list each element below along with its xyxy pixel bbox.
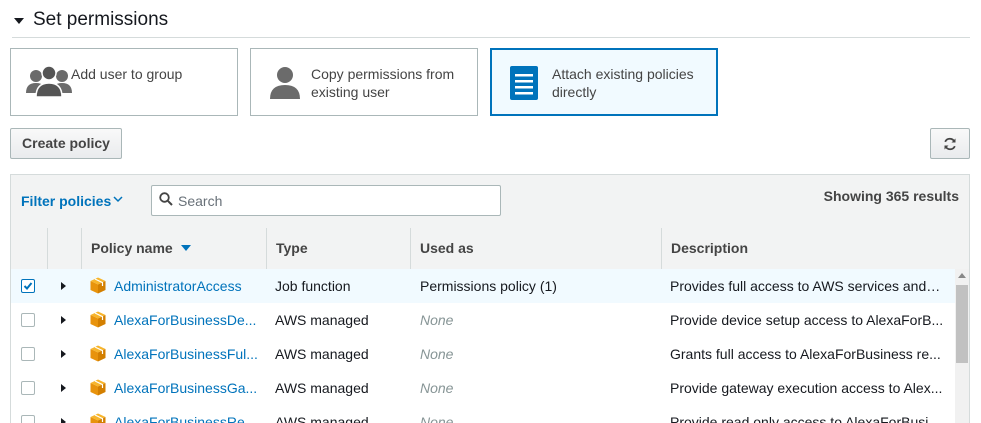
row-checkbox[interactable] — [21, 381, 35, 395]
row-checkbox[interactable] — [21, 415, 35, 423]
expand-row-icon[interactable] — [61, 384, 66, 392]
policy-icon — [90, 379, 106, 396]
header-label: Policy name — [91, 240, 173, 256]
checkmark-icon — [23, 282, 33, 290]
row-checkbox[interactable] — [21, 279, 35, 293]
table-scrollbar[interactable] — [955, 269, 969, 423]
filter-policies-dropdown[interactable]: Filter policies — [21, 193, 111, 209]
row-checkbox[interactable] — [21, 313, 35, 327]
header-expand-column — [47, 228, 81, 269]
policies-table: Filter policies Showing 365 results Poli… — [10, 174, 970, 423]
expand-row-icon[interactable] — [61, 282, 66, 290]
caret-down-icon[interactable] — [14, 18, 24, 24]
policy-type: AWS managed — [275, 312, 369, 328]
table-row[interactable]: AdministratorAccess Job function Permissio… — [11, 269, 955, 304]
row-checkbox[interactable] — [21, 347, 35, 361]
user-icon — [270, 67, 300, 99]
section-title: Set permissions — [33, 9, 169, 30]
results-count: Showing 365 results — [823, 188, 959, 204]
table-row[interactable]: AlexaForBusinessRe... AWS managed None Prov… — [11, 405, 955, 423]
chevron-down-icon[interactable] — [113, 194, 123, 204]
policy-type: AWS managed — [275, 346, 369, 362]
policy-used-as: None — [420, 346, 454, 362]
search-input[interactable] — [176, 190, 490, 212]
policy-icon — [90, 277, 106, 294]
policy-type: Job function — [275, 278, 351, 294]
header-label: Description — [671, 240, 749, 256]
policy-icon — [90, 311, 106, 328]
policy-icon — [90, 413, 106, 423]
scroll-up-icon[interactable] — [958, 273, 966, 278]
sort-descending-icon — [180, 245, 191, 251]
policy-name-link[interactable]: AdministratorAccess — [114, 269, 260, 303]
create-policy-button[interactable]: Create policy — [10, 128, 122, 159]
header-label: Used as — [420, 240, 474, 256]
policy-description: Provide device setup access to AlexaForB… — [670, 312, 944, 328]
policy-type: AWS managed — [275, 380, 369, 396]
table-row[interactable]: AlexaForBusinessGa... AWS managed None Prov… — [11, 371, 955, 406]
policy-description: Grants full access to AlexaForBusiness r… — [670, 346, 941, 362]
header-label: Type — [276, 240, 308, 256]
expand-row-icon[interactable] — [61, 418, 66, 423]
users-group-icon — [26, 65, 72, 98]
refresh-button[interactable] — [930, 128, 970, 159]
policy-description: Provide gateway execution access to Alex… — [670, 380, 943, 396]
policy-description: Provide read only access to AlexaForBusi… — [670, 414, 944, 423]
policy-name-link[interactable]: AlexaForBusinessGa... — [114, 371, 260, 405]
expand-row-icon[interactable] — [61, 350, 66, 358]
document-icon — [510, 66, 538, 100]
option-copy-permissions[interactable]: Copy permissions from existing user — [250, 48, 478, 116]
search-icon — [159, 192, 173, 206]
option-attach-policies[interactable]: Attach existing policies directly — [490, 48, 718, 116]
header-type[interactable]: Type — [266, 228, 410, 269]
policy-used-as: None — [420, 380, 454, 396]
table-row[interactable]: AlexaForBusinessDe... AWS managed None Prov… — [11, 303, 955, 338]
policy-description: Provides full access to AWS services and… — [670, 278, 944, 294]
policy-type: AWS managed — [275, 414, 369, 423]
filter-bar: Filter policies Showing 365 results — [11, 175, 969, 229]
refresh-icon — [944, 137, 956, 151]
policy-name-link[interactable]: AlexaForBusinessFul... — [114, 337, 260, 371]
table-header: Policy name Type Used as Description — [11, 228, 969, 270]
policy-name-link[interactable]: AlexaForBusinessRe... — [114, 405, 260, 423]
expand-row-icon[interactable] — [61, 316, 66, 324]
search-field[interactable] — [151, 185, 501, 216]
policy-used-as: None — [420, 414, 454, 423]
option-label: Add user to group — [71, 66, 183, 82]
policy-name-link[interactable]: AlexaForBusinessDe... — [114, 303, 260, 337]
header-policy-name[interactable]: Policy name — [81, 228, 266, 269]
policy-used-as: None — [420, 312, 454, 328]
set-permissions-header[interactable]: Set permissions — [12, 8, 970, 38]
header-used-as[interactable]: Used as — [410, 228, 661, 269]
policy-icon — [90, 345, 106, 362]
scrollbar-thumb[interactable] — [956, 285, 968, 363]
header-description[interactable]: Description — [661, 228, 969, 269]
option-add-user-to-group[interactable]: Add user to group — [10, 48, 238, 116]
table-row[interactable]: AlexaForBusinessFul... AWS managed None Gra… — [11, 337, 955, 372]
option-label: Attach existing policies directly — [552, 66, 694, 100]
policy-used-as: Permissions policy (1) — [420, 278, 557, 294]
option-label: Copy permissions from existing user — [311, 66, 455, 100]
